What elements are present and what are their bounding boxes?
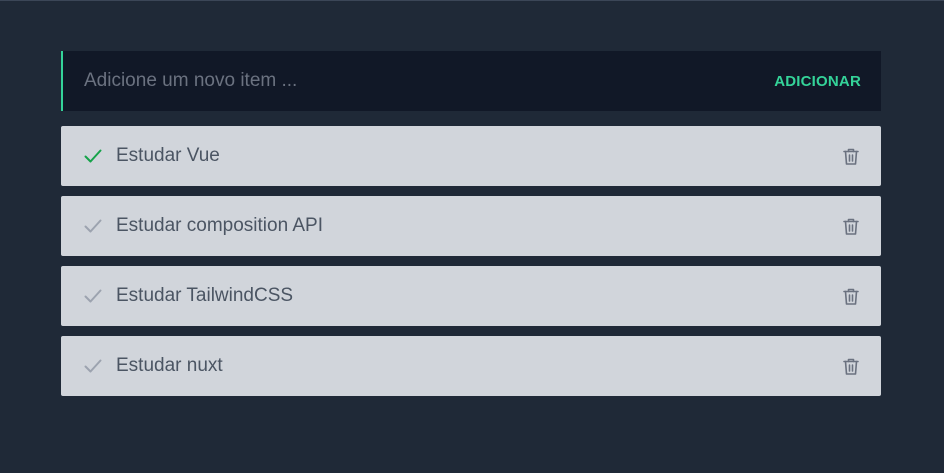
- trash-icon-svg: [843, 218, 859, 235]
- check-icon-svg: [84, 149, 102, 163]
- check-icon-svg: [84, 359, 102, 373]
- new-item-input[interactable]: [84, 70, 775, 92]
- trash-icon[interactable]: [841, 356, 861, 376]
- trash-icon[interactable]: [841, 286, 861, 306]
- trash-icon-svg: [843, 288, 859, 305]
- todo-text: Estudar composition API: [116, 215, 323, 236]
- check-icon[interactable]: [83, 146, 103, 166]
- new-item-form: ADICIONAR: [61, 51, 881, 111]
- check-icon[interactable]: [83, 356, 103, 376]
- todo-item: Estudar composition API: [61, 196, 881, 256]
- todo-text: Estudar Vue: [116, 145, 220, 166]
- todo-app: ADICIONAR Estudar Vue: [61, 51, 881, 406]
- todo-item: Estudar nuxt: [61, 336, 881, 396]
- trash-icon[interactable]: [841, 146, 861, 166]
- todo-text: Estudar nuxt: [116, 355, 223, 376]
- check-icon[interactable]: [83, 286, 103, 306]
- todo-item: Estudar TailwindCSS: [61, 266, 881, 326]
- todo-list: Estudar Vue Estudar composition API Estu…: [61, 126, 881, 396]
- trash-icon-svg: [843, 148, 859, 165]
- add-button[interactable]: ADICIONAR: [774, 73, 861, 90]
- todo-text: Estudar TailwindCSS: [116, 285, 294, 306]
- trash-icon[interactable]: [841, 216, 861, 236]
- trash-icon-svg: [843, 358, 859, 375]
- check-icon-svg: [84, 289, 102, 303]
- check-icon[interactable]: [83, 216, 103, 236]
- todo-item: Estudar Vue: [61, 126, 881, 186]
- check-icon-svg: [84, 219, 102, 233]
